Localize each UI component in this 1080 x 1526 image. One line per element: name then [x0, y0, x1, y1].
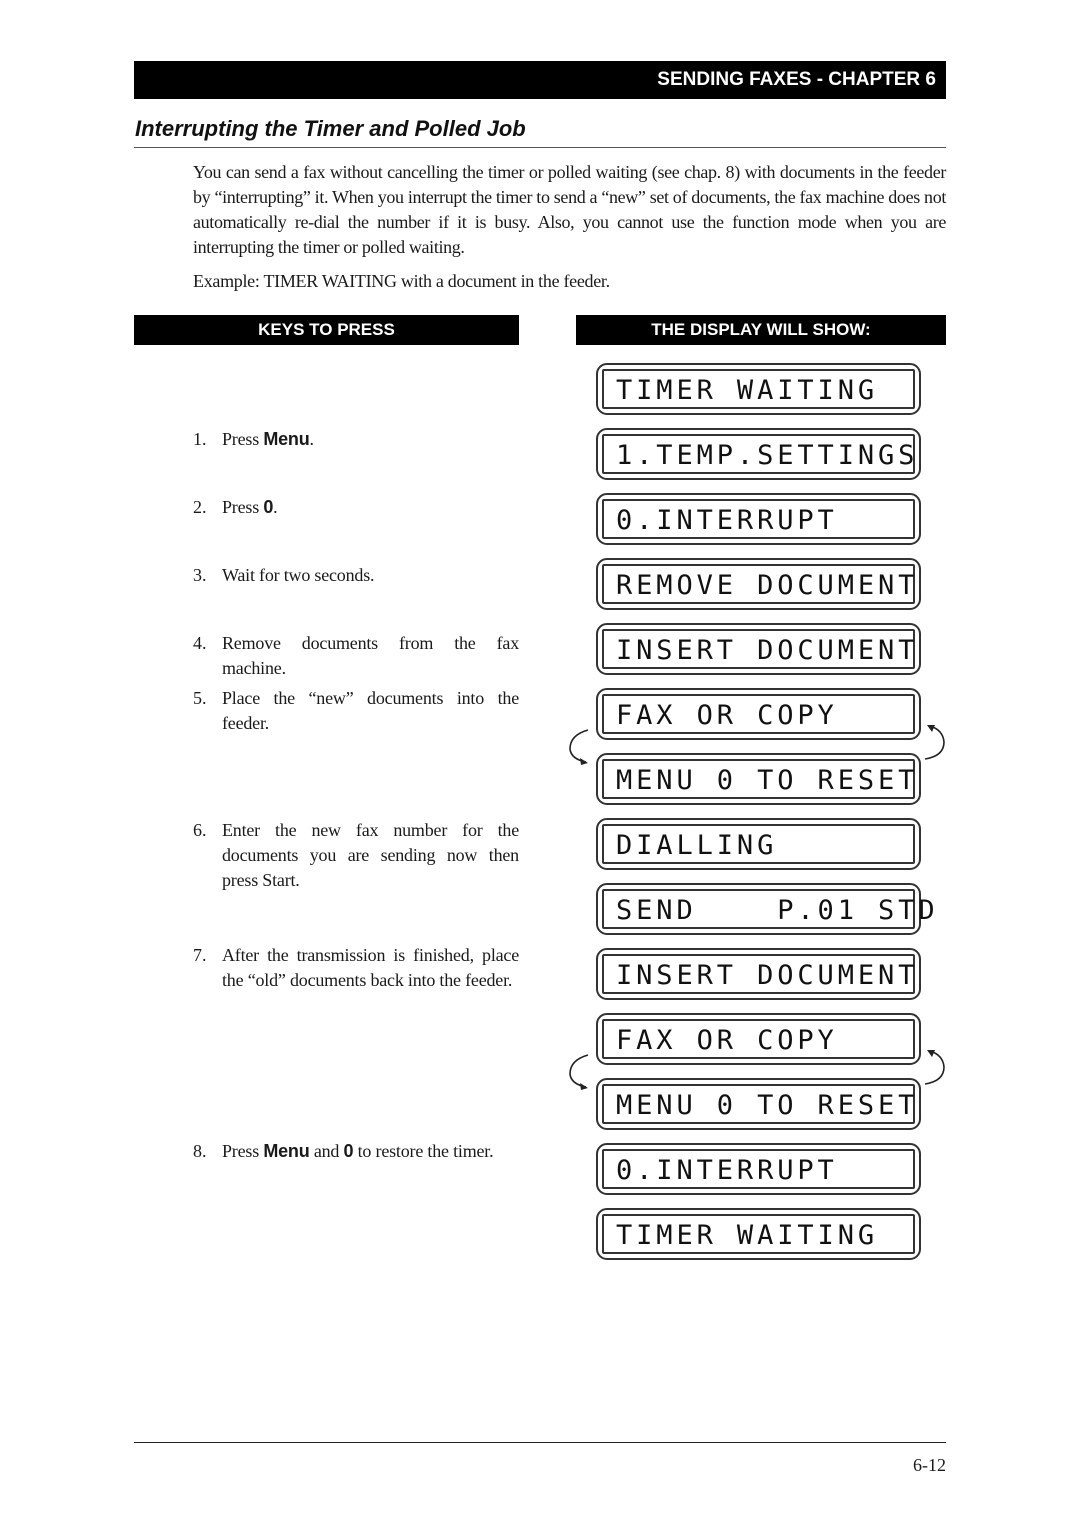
lcd-text: REMOVE DOCUMENT	[616, 570, 919, 601]
step-number: 8.	[193, 1141, 207, 1161]
key-label: Menu	[263, 429, 310, 449]
lcd-text: INSERT DOCUMENT	[616, 960, 919, 991]
title-divider	[134, 147, 946, 148]
page-number: 6-12	[913, 1455, 946, 1475]
step-number: 2.	[193, 497, 207, 517]
chapter-header-bar: SENDING FAXES - CHAPTER 6	[134, 61, 946, 99]
step-text: After the transmission is finished, plac…	[222, 945, 519, 990]
step-text: to restore the timer.	[353, 1141, 494, 1161]
lcd-display: TIMER WAITING	[596, 1208, 921, 1260]
step-text: Enter the new fax number for the documen…	[222, 820, 519, 890]
lcd-text: MENU 0 TO RESET	[616, 1090, 919, 1121]
step-3: 3. Wait for two seconds.	[193, 563, 519, 588]
step-4: 4. Remove documents from the fax machine…	[193, 631, 519, 681]
step-text: and	[309, 1141, 344, 1161]
step-2: 2. Press 0.	[193, 495, 519, 520]
key-label: 0	[343, 1141, 354, 1161]
lcd-text: DIALLING	[616, 830, 778, 861]
step-text: .	[273, 497, 278, 517]
lcd-text: 0.INTERRUPT	[616, 1155, 838, 1186]
lcd-text: MENU 0 TO RESET	[616, 765, 919, 796]
lcd-text: 0.INTERRUPT	[616, 505, 838, 536]
step-5: 5. Place the “new” documents into the fe…	[193, 686, 519, 736]
footer-divider	[134, 1442, 946, 1443]
step-number: 1.	[193, 429, 207, 449]
step-text: Place the “new” documents into the feede…	[222, 688, 519, 733]
lcd-display: FAX OR COPY	[596, 688, 921, 740]
lcd-text: TIMER WAITING	[616, 375, 879, 406]
lcd-text: TIMER WAITING	[616, 1220, 879, 1251]
lcd-display: SEND P.01 STD	[596, 883, 935, 935]
lcd-text: FAX OR COPY	[616, 700, 838, 731]
lcd-display: 0.INTERRUPT	[596, 493, 921, 545]
step-7: 7. After the transmission is finished, p…	[193, 943, 519, 993]
cycle-arrow-down-icon	[569, 729, 589, 765]
step-text: Press	[222, 1141, 264, 1161]
step-text: .	[309, 429, 315, 449]
step-number: 7.	[193, 945, 207, 965]
key-label: 0	[263, 497, 274, 517]
step-1: 1. Press Menu.	[193, 427, 519, 452]
lcd-display: MENU 0 TO RESET	[596, 753, 921, 805]
cycle-arrow-up-icon	[924, 725, 945, 760]
lcd-text: 1.TEMP.SETTINGS	[616, 440, 919, 471]
key-label: Menu	[263, 1141, 310, 1161]
lcd-display: DIALLING	[596, 818, 921, 870]
lcd-display: REMOVE DOCUMENT	[596, 558, 921, 610]
step-number: 3.	[193, 565, 207, 585]
lcd-text: FAX OR COPY	[616, 1025, 838, 1056]
step-text: Press	[222, 429, 264, 449]
step-6: 6. Enter the new fax number for the docu…	[193, 818, 519, 893]
step-8: 8. Press Menu and 0 to restore the timer…	[193, 1139, 519, 1164]
chapter-header-text: SENDING FAXES - CHAPTER 6	[657, 69, 936, 90]
step-text: Remove documents from the fax machine.	[222, 633, 519, 678]
lcd-text: SEND P.01 STD	[616, 895, 939, 926]
step-number: 5.	[193, 688, 207, 708]
lcd-display: FAX OR COPY	[596, 1013, 921, 1065]
lcd-display: 0.INTERRUPT	[596, 1143, 921, 1195]
step-number: 6.	[193, 820, 207, 840]
display-will-show-header: THE DISPLAY WILL SHOW:	[576, 315, 946, 345]
keys-to-press-header: KEYS TO PRESS	[134, 315, 519, 345]
lcd-display: INSERT DOCUMENT	[596, 623, 921, 675]
step-number: 4.	[193, 633, 207, 653]
lcd-display: INSERT DOCUMENT	[596, 948, 921, 1000]
section-title: Interrupting the Timer and Polled Job	[135, 116, 526, 141]
step-text: Wait for two seconds.	[222, 565, 375, 585]
lcd-display: MENU 0 TO RESET	[596, 1078, 921, 1130]
cycle-arrow-down-icon	[569, 1054, 589, 1090]
example-text: Example: TIMER WAITING with a document i…	[193, 271, 610, 291]
step-text: Press	[222, 497, 264, 517]
lcd-display: 1.TEMP.SETTINGS	[596, 428, 921, 480]
intro-paragraph: You can send a fax without cancelling th…	[193, 162, 946, 257]
lcd-text: INSERT DOCUMENT	[616, 635, 919, 666]
cycle-arrow-up-icon	[924, 1050, 945, 1085]
lcd-display: TIMER WAITING	[596, 363, 921, 415]
